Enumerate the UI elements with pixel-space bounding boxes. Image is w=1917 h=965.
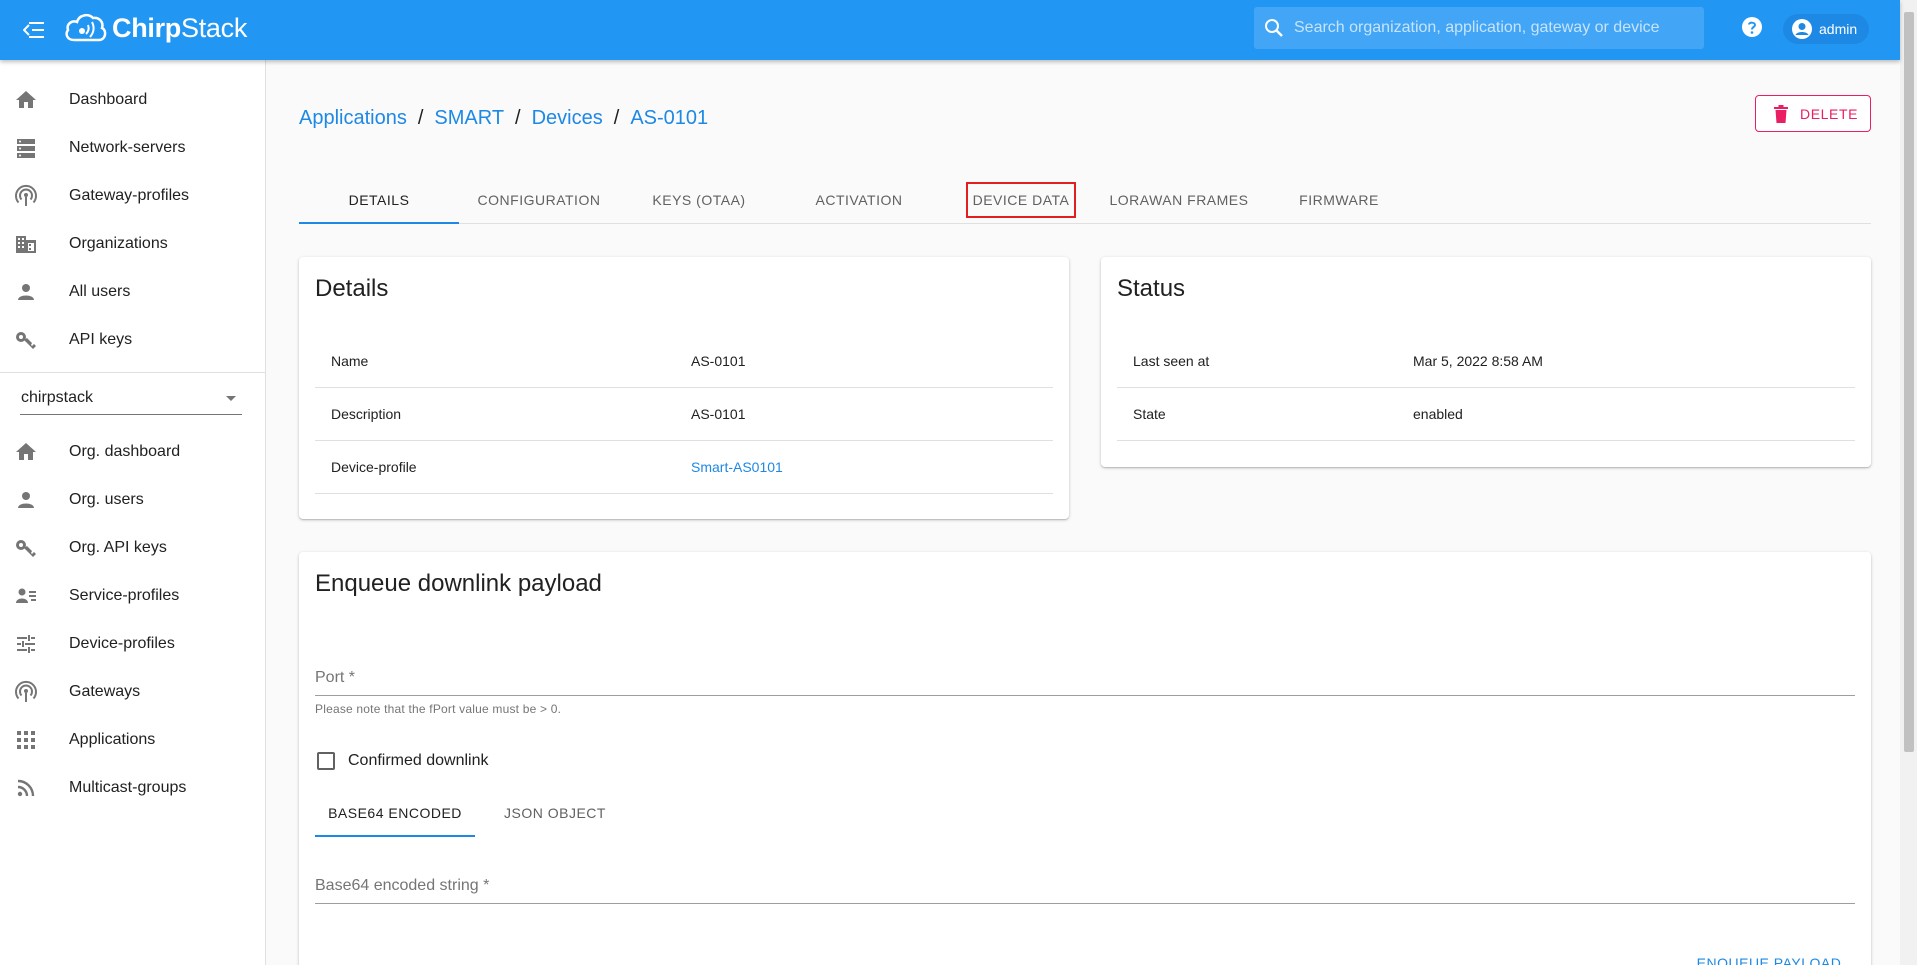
sidebar-item-applications[interactable]: Applications: [0, 717, 266, 763]
details-row-description: Description AS-0101: [315, 388, 1053, 441]
tab-firmware[interactable]: FIRMWARE: [1259, 177, 1419, 223]
sidebar: Dashboard Network-servers Gateway-profil…: [0, 60, 266, 965]
account-circle-icon: [1792, 19, 1812, 39]
breadcrumb-devices[interactable]: Devices: [532, 107, 603, 130]
tab-device-data[interactable]: DEVICE DATA: [965, 181, 1077, 219]
enqueue-downlink-card: Enqueue downlink payload Please note tha…: [299, 552, 1871, 965]
active-tab-indicator: [299, 222, 459, 224]
breadcrumb-separator: /: [613, 107, 620, 129]
trash-icon: [1774, 104, 1788, 123]
sidebar-item-org-api-keys[interactable]: Org. API keys: [0, 525, 266, 571]
port-field: [315, 666, 1855, 696]
sidebar-item-service-profiles[interactable]: Service-profiles: [0, 573, 266, 619]
tab-json-object[interactable]: JSON OBJECT: [475, 790, 635, 836]
details-title: Details: [315, 275, 389, 302]
apps-icon: [17, 731, 35, 749]
status-row-last-seen: Last seen at Mar 5, 2022 8:58 AM: [1117, 335, 1855, 388]
rss-icon: [17, 779, 35, 797]
device-profile-link[interactable]: Smart-AS0101: [691, 459, 783, 475]
sidebar-item-api-keys[interactable]: API keys: [0, 317, 266, 363]
breadcrumb-application[interactable]: SMART: [434, 107, 504, 130]
menu-collapse-button[interactable]: [18, 14, 50, 46]
person-icon: [18, 492, 34, 508]
account-details-icon: [16, 588, 36, 603]
sidebar-item-network-servers[interactable]: Network-servers: [0, 125, 266, 171]
sidebar-item-device-profiles[interactable]: Device-profiles: [0, 621, 266, 667]
antenna-icon: [15, 184, 37, 206]
home-icon: [16, 91, 36, 108]
user-name: admin: [1819, 21, 1858, 37]
sidebar-divider: [0, 372, 266, 373]
tab-configuration[interactable]: CONFIGURATION: [459, 177, 619, 223]
base64-field: [315, 874, 1855, 904]
person-icon: [18, 284, 34, 300]
status-row-state: State enabled: [1117, 388, 1855, 441]
port-help-text: Please note that the fPort value must be…: [315, 702, 562, 716]
search-input[interactable]: [1294, 19, 1694, 37]
port-input[interactable]: [315, 666, 1855, 690]
breadcrumb-separator: /: [515, 107, 521, 129]
tune-icon: [17, 635, 35, 653]
tab-base64-encoded[interactable]: BASE64 ENCODED: [315, 790, 475, 837]
server-icon: [17, 139, 35, 158]
tab-keys-otaa[interactable]: KEYS (OTAA): [619, 177, 779, 223]
tab-activation[interactable]: ACTIVATION: [779, 177, 939, 223]
user-menu-button[interactable]: admin: [1783, 14, 1869, 44]
confirmed-downlink-checkbox-row[interactable]: Confirmed downlink: [315, 752, 489, 770]
breadcrumb-applications[interactable]: Applications: [299, 107, 407, 130]
tab-details[interactable]: DETAILS: [299, 177, 459, 224]
delete-button[interactable]: DELETE: [1755, 95, 1871, 132]
base64-input[interactable]: [315, 874, 1855, 898]
sidebar-item-multicast-groups[interactable]: Multicast-groups: [0, 765, 266, 811]
scrollbar-thumb[interactable]: [1904, 12, 1914, 752]
key-icon: [16, 332, 36, 349]
breadcrumb: Applications / SMART / Devices / AS-0101: [299, 107, 708, 130]
active-subtab-indicator: [315, 835, 475, 837]
sidebar-item-dashboard[interactable]: Dashboard: [0, 77, 266, 123]
help-icon: [1742, 17, 1762, 37]
sidebar-item-gateway-profiles[interactable]: Gateway-profiles: [0, 173, 266, 219]
logo-text: ChirpStack: [112, 12, 248, 43]
tab-lorawan-frames[interactable]: LORAWAN FRAMES: [1099, 177, 1259, 223]
confirmed-downlink-label: Confirmed downlink: [348, 752, 489, 769]
organization-select[interactable]: chirpstack: [20, 386, 242, 415]
building-icon: [16, 236, 36, 253]
enqueue-payload-button[interactable]: ENQUEUE PAYLOAD: [1694, 945, 1844, 965]
breadcrumb-device[interactable]: AS-0101: [630, 107, 708, 130]
sidebar-item-org-users[interactable]: Org. users: [0, 477, 266, 523]
payload-format-tabs: BASE64 ENCODED JSON OBJECT: [315, 790, 1855, 838]
sidebar-item-all-users[interactable]: All users: [0, 269, 266, 315]
breadcrumb-separator: /: [417, 107, 424, 129]
home-icon: [16, 443, 36, 460]
global-search: [1254, 7, 1704, 49]
dropdown-arrow-icon: [226, 396, 236, 401]
details-card: Details Name AS-0101 Description AS-0101…: [299, 257, 1069, 519]
details-row-name: Name AS-0101: [315, 335, 1053, 388]
antenna-icon: [15, 680, 37, 702]
sidebar-item-org-dashboard[interactable]: Org. dashboard: [0, 429, 266, 475]
cloud-logo-icon: [65, 13, 107, 42]
sidebar-item-organizations[interactable]: Organizations: [0, 221, 266, 267]
menu-open-icon: [23, 22, 44, 38]
device-tabs: DETAILS CONFIGURATION KEYS (OTAA) ACTIVA…: [299, 177, 1871, 224]
status-card: Status Last seen at Mar 5, 2022 8:58 AM …: [1101, 257, 1871, 467]
status-title: Status: [1117, 275, 1186, 302]
chirpstack-logo[interactable]: ChirpStack: [64, 8, 247, 48]
enqueue-title: Enqueue downlink payload: [315, 570, 602, 597]
sidebar-item-gateways[interactable]: Gateways: [0, 669, 266, 715]
search-icon: [1265, 19, 1283, 37]
app-bar: ChirpStack admin: [0, 0, 1900, 60]
help-button[interactable]: [1740, 15, 1764, 39]
key-icon: [16, 540, 36, 557]
confirmed-downlink-checkbox[interactable]: [317, 752, 335, 770]
details-row-device-profile: Device-profile Smart-AS0101: [315, 441, 1053, 494]
